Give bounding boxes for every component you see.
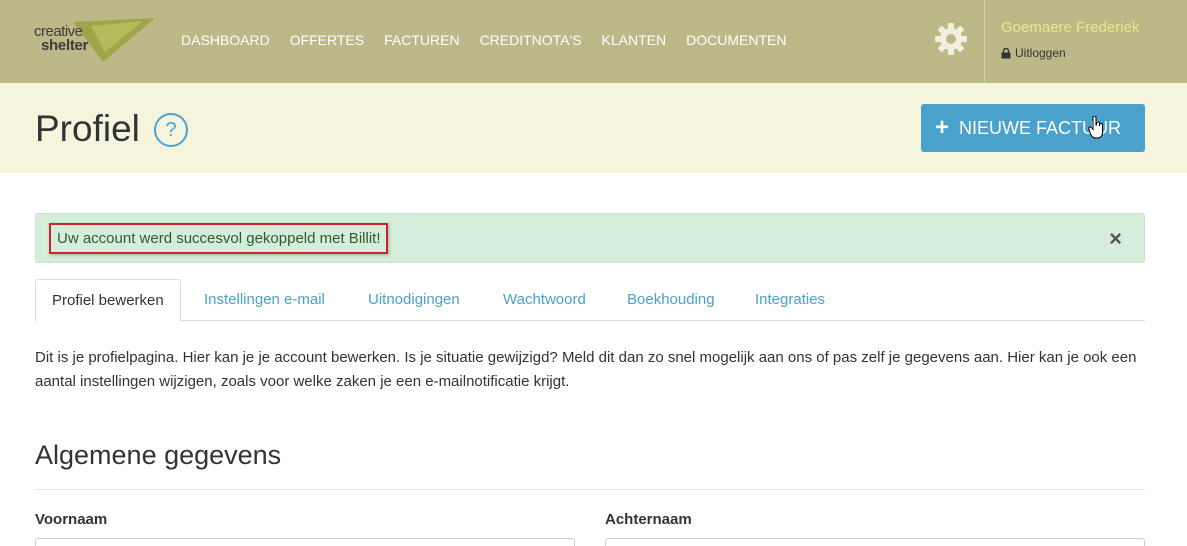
hand-cursor-icon (1088, 116, 1103, 139)
alert-message: Uw account werd succesvol gekoppeld met … (49, 223, 389, 254)
page-title: Profiel (35, 108, 140, 149)
profile-intro-text: Dit is je profielpagina. Hier kan je je … (35, 349, 1137, 390)
help-icon[interactable]: ? (154, 113, 188, 147)
main-nav: DASHBOARD OFFERTES FACTUREN CREDITNOTA'S… (181, 31, 806, 49)
tab-instellingen-email[interactable]: Instellingen e-mail (204, 279, 325, 321)
logo-text-shelter: shelter (41, 37, 89, 54)
tab-integraties[interactable]: Integraties (755, 279, 825, 321)
nav-item-facturen[interactable]: FACTUREN (384, 31, 459, 49)
logout-link[interactable]: Uitloggen (1001, 46, 1066, 60)
profile-tabs: Profiel bewerken Instellingen e-mail Uit… (35, 279, 1145, 322)
section-title: Algemene gegevens (35, 440, 282, 470)
nav-item-dashboard[interactable]: DASHBOARD (181, 31, 270, 49)
gear-icon[interactable] (934, 22, 968, 56)
lock-icon (1001, 47, 1011, 58)
nav-item-offertes[interactable]: OFFERTES (290, 31, 364, 49)
logout-label: Uitloggen (1015, 46, 1066, 60)
nav-item-creditnotas[interactable]: CREDITNOTA'S (480, 31, 582, 49)
tab-wachtwoord[interactable]: Wachtwoord (503, 279, 586, 321)
section-divider (35, 489, 1145, 490)
top-navbar: creative shelter DASHBOARD OFFERTES FACT… (0, 0, 1187, 83)
tab-profiel-bewerken[interactable]: Profiel bewerken (35, 279, 181, 322)
first-name-field[interactable] (35, 538, 575, 546)
last-name-label: Achternaam (605, 511, 692, 528)
page-header: Profiel ? + NIEUWE FACTUUR (0, 83, 1187, 173)
success-alert: Uw account werd succesvol gekoppeld met … (35, 213, 1145, 263)
tab-boekhouding[interactable]: Boekhouding (627, 279, 715, 321)
last-name-field[interactable] (605, 538, 1145, 546)
nav-item-klanten[interactable]: KLANTEN (602, 31, 667, 49)
new-invoice-button[interactable]: + NIEUWE FACTUUR (921, 104, 1145, 152)
user-name-link[interactable]: Goemaere Frederiek (1001, 19, 1139, 36)
creative-shelter-logo[interactable]: creative shelter (33, 16, 158, 64)
plus-icon: + (935, 114, 950, 141)
nav-item-documenten[interactable]: DOCUMENTEN (686, 31, 786, 49)
tab-uitnodigingen[interactable]: Uitnodigingen (368, 279, 460, 321)
first-name-label: Voornaam (35, 511, 108, 528)
nav-divider (984, 0, 985, 83)
close-icon[interactable]: × (1109, 228, 1122, 250)
